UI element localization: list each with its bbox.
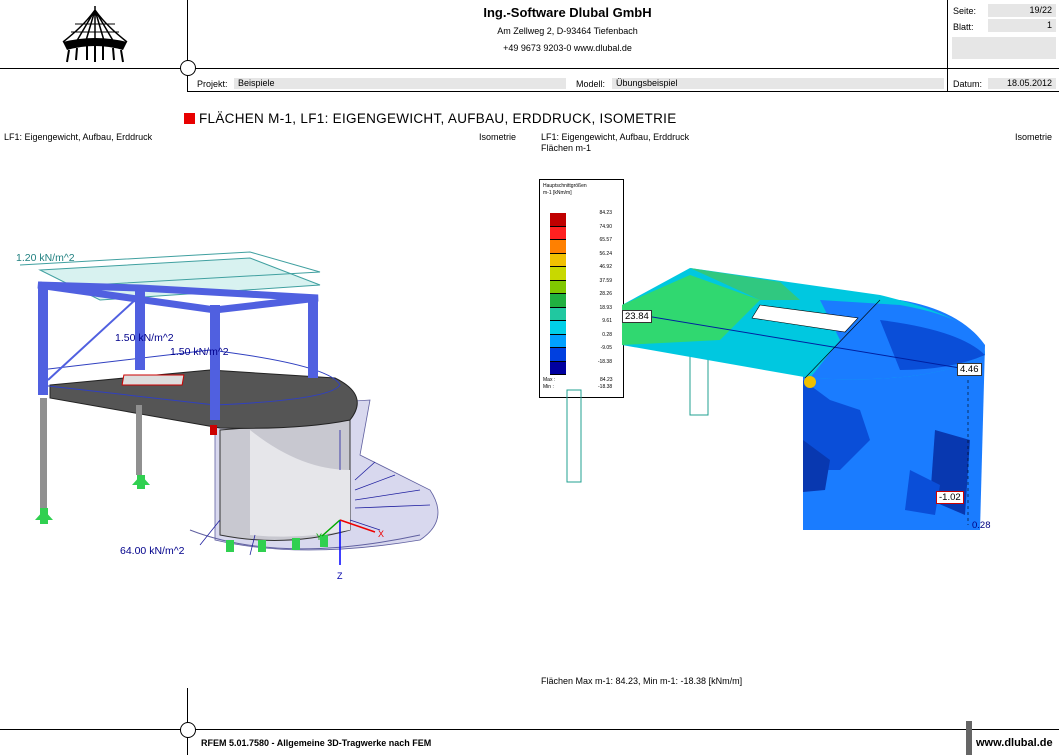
blank-field [952, 37, 1056, 59]
header-rule [0, 68, 1059, 69]
modell-label: Modell: [576, 79, 606, 89]
datum-value: 18.05.2012 [988, 78, 1056, 89]
seite-label: Seite: [953, 6, 977, 16]
projekt-label: Projekt: [197, 79, 228, 89]
footer-rule [0, 729, 1059, 730]
registration-circle [180, 60, 196, 76]
axis-z-label: Z [337, 571, 343, 581]
blatt-value: 1 [988, 19, 1056, 32]
axis-y-label: Y [316, 532, 322, 542]
legend-min-label: Min : [543, 384, 554, 390]
legend-value: 84.23 [599, 210, 612, 216]
footer-website: www.dlubal.de [976, 737, 1053, 749]
company-address: Am Zellweg 2, D-93464 Tiefenbach [497, 26, 638, 36]
company-contact: +49 9673 9203-0 www.dlubal.de [503, 43, 632, 53]
footer-registration-circle [180, 722, 196, 738]
left-3d-view: Y X Z [0, 150, 530, 590]
legend-max-label: Max : [543, 377, 556, 383]
projekt-value: Beispiele [234, 78, 566, 89]
result-value-c: -1.02 [936, 491, 964, 504]
result-summary: Flächen Max m-1: 84.23, Min m-1: -18.38 … [541, 676, 743, 686]
result-value-b: 4.46 [957, 363, 982, 376]
right-result-view [560, 255, 1000, 545]
right-caption: LF1: Eigengewicht, Aufbau, Erddruck [541, 132, 690, 142]
legend-value: 74.90 [599, 223, 612, 230]
footer-software: RFEM 5.01.7580 - Allgemeine 3D-Tragwerke… [201, 738, 432, 748]
header-bottom-rule [188, 91, 1059, 92]
result-value-d: 0.28 [972, 520, 991, 531]
section-marker [184, 113, 195, 124]
right-caption-2: Flächen m-1 [541, 143, 592, 153]
legend-value: 65.57 [599, 237, 612, 243]
load-label-1: 1.20 kN/m^2 [16, 252, 75, 264]
left-caption: LF1: Eigengewicht, Aufbau, Erddruck [4, 132, 153, 142]
legend-color-swatch [550, 226, 566, 240]
legend-title: Hauptschnittgrößen [543, 183, 587, 189]
load-label-4: 64.00 kN/m^2 [120, 545, 185, 557]
legend-color-swatch [550, 240, 566, 254]
axis-x-label: X [378, 529, 384, 539]
dlubal-logo [55, 4, 135, 66]
blatt-label: Blatt: [953, 22, 974, 32]
footer-bar [966, 721, 972, 755]
section-title: FLÄCHEN M-1, LF1: EIGENGEWICHT, AUFBAU, … [199, 111, 677, 126]
legend-subtitle: m-1 [kNm/m] [543, 190, 572, 196]
datum-label: Datum: [953, 79, 983, 89]
left-view-label: Isometrie [479, 132, 517, 142]
result-value-a: 23.84 [622, 310, 652, 323]
header-divider-right [947, 0, 948, 92]
load-label-2: 1.50 kN/m^2 [115, 332, 174, 344]
modell-value: Übungsbeispiel [612, 78, 944, 89]
seite-value: 19/22 [988, 4, 1056, 17]
load-label-3: 1.50 kN/m^2 [170, 346, 229, 358]
company-name: Ing.-Software Dlubal GmbH [483, 5, 652, 20]
legend-color-swatch [550, 213, 566, 227]
right-view-label: Isometrie [1015, 132, 1053, 142]
